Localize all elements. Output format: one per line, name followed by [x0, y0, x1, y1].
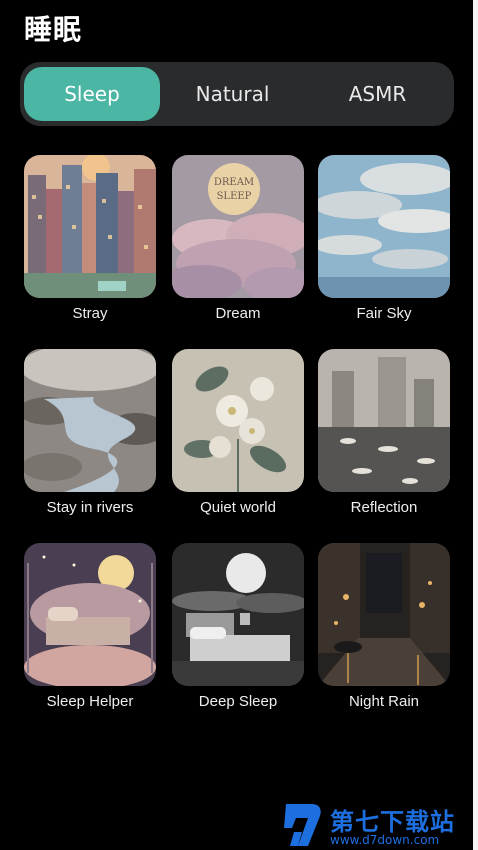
- quiet-world-thumbnail: [172, 349, 304, 492]
- night-rain-thumbnail: [318, 543, 450, 686]
- tab-asmr[interactable]: ASMR: [305, 67, 450, 121]
- deep-sleep-thumbnail: [172, 543, 304, 686]
- card-label: Deep Sleep: [198, 693, 278, 710]
- card-label: Reflection: [350, 499, 418, 516]
- d7-logo-icon: [284, 804, 321, 846]
- card-label: Stray: [72, 305, 108, 322]
- card-stray[interactable]: Stray: [24, 155, 156, 322]
- dream-art-text: DREAM: [214, 177, 254, 188]
- sleep-helper-thumbnail: [24, 543, 156, 686]
- page-title: 睡眠: [24, 13, 83, 46]
- card-label: Sleep Helper: [46, 693, 134, 710]
- card-label: Night Rain: [348, 693, 420, 710]
- card-label: Stay in rivers: [46, 499, 134, 516]
- category-tabs: Sleep Natural ASMR: [20, 62, 454, 126]
- watermark-name: 第七下载站: [330, 808, 455, 836]
- tab-sleep[interactable]: Sleep: [24, 67, 160, 121]
- card-night-rain[interactable]: Night Rain: [318, 543, 450, 710]
- card-label: Fair Sky: [356, 305, 412, 322]
- reflection-thumbnail: [318, 349, 450, 492]
- card-dream[interactable]: DREAM SLEEP Dream: [172, 155, 304, 322]
- fair-sky-thumbnail: [318, 155, 450, 298]
- card-label: Quiet world: [200, 499, 276, 516]
- card-quiet-world[interactable]: Quiet world: [172, 349, 304, 516]
- dream-thumbnail: DREAM SLEEP: [172, 155, 304, 298]
- card-deep-sleep[interactable]: Deep Sleep: [172, 543, 304, 710]
- stay-in-rivers-thumbnail: [24, 349, 156, 492]
- card-label: Dream: [215, 305, 261, 322]
- stray-thumbnail: [24, 155, 156, 298]
- card-sleep-helper[interactable]: Sleep Helper: [24, 543, 156, 710]
- watermark-url: www.d7down.com: [330, 833, 440, 847]
- tab-natural[interactable]: Natural: [160, 67, 305, 121]
- right-edge-strip: [473, 0, 478, 850]
- card-stay-in-rivers[interactable]: Stay in rivers: [24, 349, 156, 516]
- card-fair-sky[interactable]: Fair Sky: [318, 155, 450, 322]
- svg-text:SLEEP: SLEEP: [217, 191, 252, 202]
- card-reflection[interactable]: Reflection: [318, 349, 450, 516]
- watermark: 第七下载站 www.d7down.com: [282, 802, 474, 850]
